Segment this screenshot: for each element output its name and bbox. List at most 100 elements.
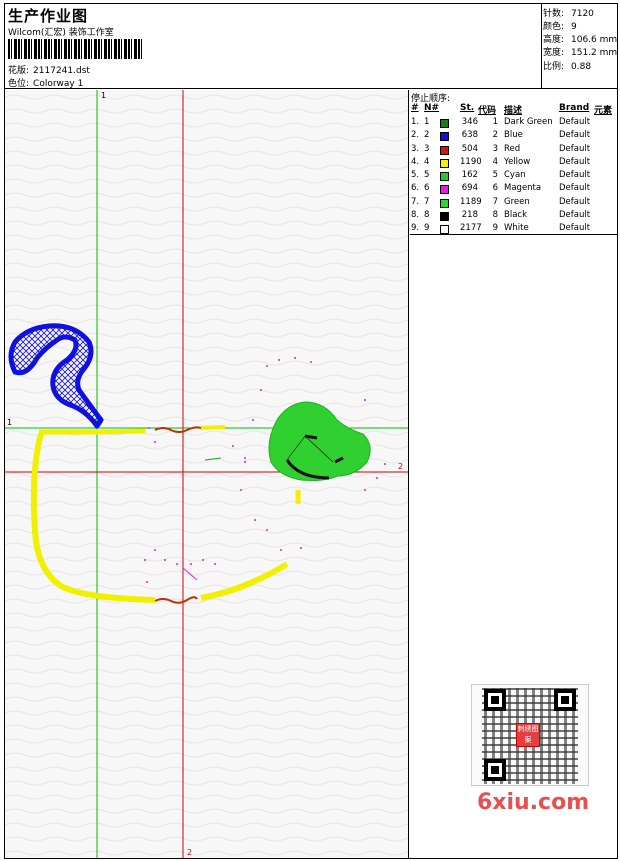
color-swatch xyxy=(440,198,449,208)
guide-marker-left: 1 xyxy=(7,418,13,427)
sheet-title: 生产作业图 xyxy=(8,7,89,25)
row-description: Dark Green xyxy=(504,117,553,127)
guide-marker-top: 1 xyxy=(101,91,107,100)
color-swatch xyxy=(440,119,449,128)
row-brand: Default xyxy=(559,156,591,167)
row-brand: Default xyxy=(559,183,591,194)
qr-finder-top-left xyxy=(484,689,506,711)
color-swatch xyxy=(440,185,449,195)
row-stitches: 694 xyxy=(461,183,478,194)
embroidery-preview xyxy=(5,90,408,858)
sequence-rows: 1. 1 346 1 Dark Green Default 2. 2 638 2 Blue Defau… xyxy=(410,117,617,237)
col-description: 描述 xyxy=(504,106,523,116)
row-hash: 9. xyxy=(411,223,420,234)
stat-stitches: 针数: 7120 xyxy=(543,6,594,19)
color-swatch xyxy=(440,212,449,222)
sheet-header: 生产作业图 Wilcom(汇宏) 装饰工作室 花版: 2117241.dst 色位… xyxy=(5,4,617,89)
sequence-row: 4. 4 1190 4 Yellow Default xyxy=(410,157,617,170)
row-stitches: 504 xyxy=(461,143,478,154)
row-description: Red xyxy=(504,143,521,154)
row-description: Green xyxy=(504,196,530,207)
col-code: 代码 xyxy=(478,106,497,116)
row-stitches: 218 xyxy=(461,210,478,221)
stat-height: 高度: 106.6 mm xyxy=(543,32,617,45)
colorway-value: Colorway 1 xyxy=(33,79,84,89)
row-n: 4 xyxy=(424,156,430,167)
row-stitches: 2177 xyxy=(460,223,482,234)
row-code: 2 xyxy=(492,130,498,141)
row-n: 7 xyxy=(424,196,430,207)
design-canvas: 1 1 2 2 xyxy=(5,90,409,858)
row-hash: 4. xyxy=(411,156,420,167)
row-code: 6 xyxy=(492,183,498,194)
row-n: 5 xyxy=(424,170,430,181)
sequence-header-row: # N# St. 代码 描述 Brand 元素 xyxy=(410,103,617,116)
row-hash: 8. xyxy=(411,210,420,221)
design-file-line: 花版: 2117241.dst xyxy=(8,63,90,76)
row-stitches: 638 xyxy=(461,130,478,141)
yellow-rim-right xyxy=(200,425,226,430)
color-swatch xyxy=(440,172,449,182)
stat-scale: 比例: 0.88 xyxy=(543,59,591,72)
row-hash: 1. xyxy=(411,117,420,127)
row-stitches: 346 xyxy=(461,117,478,127)
col-stitches: St. xyxy=(460,103,475,113)
row-brand: Default xyxy=(559,117,591,127)
row-code: 8 xyxy=(492,210,498,221)
stat-label: 高度: xyxy=(543,35,565,45)
color-swatch xyxy=(440,132,449,142)
sequence-row: 2. 2 638 2 Blue Default xyxy=(410,130,617,143)
design-stats: 针数: 7120 颜色: 9 高度: 106.6 mm 宽度: 151.2 mm 比例:… xyxy=(541,4,617,89)
guide-marker-bottom: 2 xyxy=(187,848,193,857)
row-n: 8 xyxy=(424,210,430,221)
production-sheet: 生产作业图 Wilcom(汇宏) 装饰工作室 花版: 2117241.dst 色位… xyxy=(4,3,618,859)
row-brand: Default xyxy=(559,223,591,234)
stat-value: 7120 xyxy=(571,9,594,19)
colorway-label: 色位: xyxy=(8,79,30,89)
row-n: 3 xyxy=(424,143,430,154)
row-code: 4 xyxy=(492,156,498,167)
color-sequence-panel: 停止顺序: # N# St. 代码 描述 Brand 元素 1. 1 346 1 Dar… xyxy=(410,90,617,235)
row-brand: Default xyxy=(559,143,591,154)
row-brand: Default xyxy=(559,210,591,221)
stat-value: 151.2 mm xyxy=(571,48,618,58)
row-code: 3 xyxy=(492,143,498,154)
stat-value: 0.88 xyxy=(571,62,592,72)
row-brand: Default xyxy=(559,170,591,181)
row-description: Blue xyxy=(504,130,523,141)
stat-value: 9 xyxy=(571,22,577,32)
design-label: 花版: xyxy=(8,66,30,76)
col-hash: # xyxy=(411,103,419,113)
col-element: 元素 xyxy=(594,106,613,116)
sequence-row: 8. 8 218 8 Black Default xyxy=(410,210,617,223)
col-n: N# xyxy=(424,103,440,113)
row-stitches: 1189 xyxy=(460,196,482,207)
colorway-line: 色位: Colorway 1 xyxy=(8,76,83,89)
color-swatch xyxy=(440,158,449,168)
yellow-rim-left xyxy=(39,428,146,435)
row-description: Yellow xyxy=(504,156,531,167)
stat-label: 针数: xyxy=(543,9,565,19)
stat-label: 宽度: xyxy=(543,48,565,58)
row-hash: 2. xyxy=(411,130,420,141)
qr-center-seal: 刺绣图案 xyxy=(516,723,540,747)
row-brand: Default xyxy=(559,196,591,207)
sequence-row: 5. 5 162 5 Cyan Default xyxy=(410,170,617,183)
design-file-value: 2117241.dst xyxy=(33,66,90,76)
row-hash: 5. xyxy=(411,170,420,181)
stat-label: 比例: xyxy=(543,62,565,72)
guide-marker-right: 2 xyxy=(398,462,404,471)
row-n: 9 xyxy=(424,223,430,234)
row-description: Magenta xyxy=(504,183,542,194)
barcode xyxy=(8,39,143,59)
stat-width: 宽度: 151.2 mm xyxy=(543,45,617,58)
col-brand: Brand xyxy=(559,103,590,113)
row-hash: 3. xyxy=(411,143,420,154)
sequence-row: 6. 6 694 6 Magenta Default xyxy=(410,183,617,196)
row-code: 5 xyxy=(492,170,498,181)
stat-label: 颜色: xyxy=(543,22,565,32)
sequence-row: 9. 9 2177 9 White Default xyxy=(410,223,617,236)
row-n: 2 xyxy=(424,130,430,141)
qr-finder-bottom-left xyxy=(484,759,506,781)
sequence-row: 1. 1 346 1 Dark Green Default xyxy=(410,117,617,130)
